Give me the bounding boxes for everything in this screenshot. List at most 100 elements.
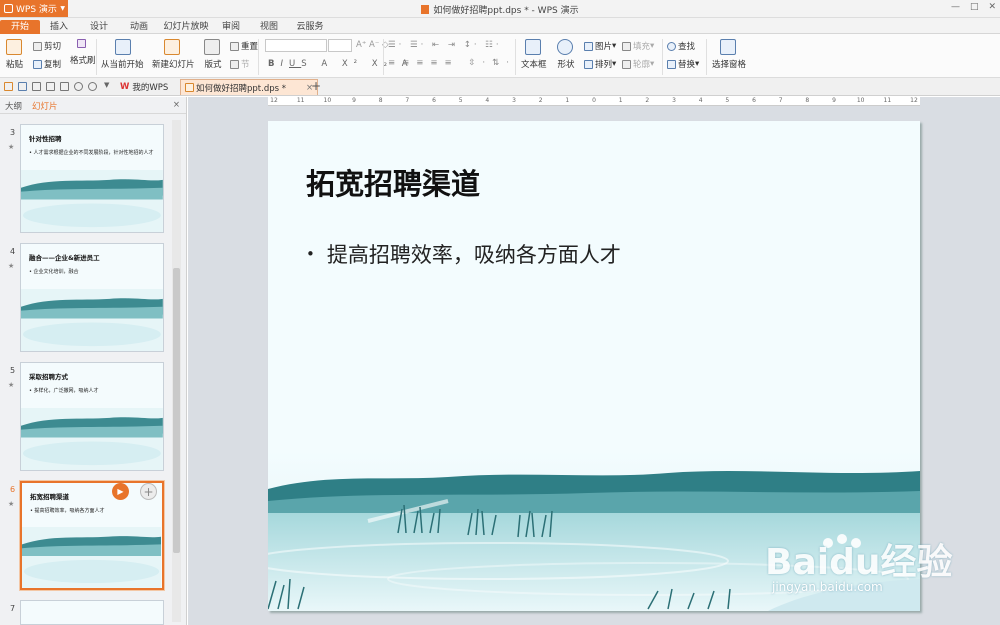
replace-button[interactable]: 替换 ▾ [667,58,699,70]
redo-icon[interactable] [88,82,97,91]
textbox-button[interactable]: 文本框 [521,39,547,70]
ruler-tick-label: 8 [378,97,383,104]
section-button[interactable]: 节 [230,58,250,70]
outline-button[interactable]: 轮廓 ▾ [622,58,654,70]
document-icon [421,5,430,14]
tab-home[interactable]: 开始 [0,20,40,34]
ruler-tick-label: 12 [910,97,918,104]
select-pane-icon [720,39,736,55]
fill-button[interactable]: 填充 ▾ [622,40,654,52]
minimize-icon[interactable]: — [951,2,960,12]
thumbnail-title: 融合——企业&新进员工 [29,254,100,262]
alignment-buttons[interactable]: ≡≡≡≡≡ ⇳·⇅· [388,58,516,68]
bullet-dot-icon: • [306,245,315,263]
slide-thumbnail-4[interactable]: 融合——企业&新进员工 • 企业文化培训，融合 [20,243,164,352]
divider [96,39,97,75]
shape-icon [557,39,573,55]
print-icon[interactable] [46,82,55,91]
landscape-image [21,288,163,351]
tab-slides[interactable]: 幻灯片 [32,100,58,112]
arrange-button[interactable]: 排列 ▾ [584,58,616,70]
play-slide-button[interactable]: ▶ [112,483,129,500]
add-slide-button[interactable]: + [140,483,157,500]
tab-cloud[interactable]: 云服务 [290,20,330,34]
copy-button[interactable]: 复制 [33,58,61,70]
cut-button[interactable]: 剪切 [33,40,61,52]
close-icon[interactable]: ✕ [988,2,996,12]
horizontal-ruler[interactable]: 12 11 10 9 8 7 6 5 4 3 2 1 0 1 2 3 4 5 6 7 8 9 10 11 12 [268,97,920,106]
divider [258,39,259,75]
divider [662,39,663,75]
doc-tab-file[interactable]: 如何做好招聘ppt.dps * × [180,79,319,95]
paste-button[interactable]: 粘贴 [6,39,24,70]
title-bar: WPS 演示 ▼ 如何做好招聘ppt.dps * - WPS 演示 — □ ✕ [0,0,1000,18]
font-size-select[interactable] [328,39,352,52]
find-button[interactable]: 查找 [667,40,695,52]
close-panel-icon[interactable]: × [173,100,180,110]
panel-scrollbar[interactable] [172,120,181,622]
new-tab-icon[interactable]: + [311,79,321,93]
tab-animation[interactable]: 动画 [122,20,156,34]
reset-button[interactable]: 重置 [230,40,258,52]
ruler-tick-label: 6 [752,97,756,104]
scissors-icon [33,41,42,51]
export-pdf-icon[interactable] [32,82,41,91]
customize-dropdown-icon[interactable]: ▼ [104,81,109,89]
textbox-icon [524,39,541,55]
picture-button[interactable]: 图片 ▾ [584,40,616,52]
scrollbar-thumb[interactable] [173,268,180,553]
ruler-tick-label: 1 [618,97,623,104]
wps-presentation-window: { "app":{"name":"WPS 演示","window_title":… [0,0,1000,625]
ruler-tick-label: 11 [883,97,892,104]
slide-thumbnail-5[interactable]: 采取招聘方式 • 多样化，广泛撒网，吸纳人才 [20,362,164,471]
layout-button[interactable]: 版式 [204,39,222,70]
slide-thumbnail-7[interactable] [20,600,164,625]
fill-icon [622,41,631,51]
slide-thumbnail-3[interactable]: 针对性招聘 • 人才需求根据企业的不同发展阶段，针对性地招的人才 [20,124,164,233]
ruler-tick-label: 5 [458,97,463,104]
open-icon[interactable] [4,82,13,91]
tab-outline[interactable]: 大纲 [5,100,22,112]
layout-icon [204,39,220,55]
paragraph-list-buttons[interactable]: ☰· ☰· ⇤ ⇥ ↕· ☷· [388,40,502,50]
new-slide-button[interactable]: 新建幻灯片 [152,39,195,70]
slide-number: 7 [10,604,16,613]
maximize-icon[interactable]: □ [970,2,979,12]
thumbnail-title: 针对性招聘 [29,135,62,143]
ribbon-toolbar: 粘贴 剪切 复制 格式刷 从当前开始 新建幻灯片 版式 重置 节 A⁺ A⁻ ◇… [0,34,1000,78]
baidu-watermark-url: jingyan.baidu.com [772,580,883,594]
bullet-text: 提高招聘效率，吸纳各方面人才 [326,243,621,267]
tab-view[interactable]: 视图 [252,20,286,34]
thumbnail-title: 拓宽招聘渠道 [30,493,69,501]
doc-tab-home[interactable]: W 我的WPS [116,79,172,95]
save-icon[interactable] [18,82,27,91]
animation-star-icon: ★ [8,262,15,270]
quick-access-bar: ▼ W 我的WPS 如何做好招聘ppt.dps * × + [0,78,1000,96]
ruler-tick-label: 5 [725,97,730,104]
animation-star-icon: ★ [8,381,15,389]
presentation-icon [185,83,194,92]
slide-number: 4 [10,247,16,256]
ruler-tick-label: 2 [538,97,543,104]
tab-review[interactable]: 审阅 [214,20,248,34]
ruler-tick-label: 10 [323,97,332,104]
ruler-tick-label: 4 [698,97,703,104]
tab-insert[interactable]: 插入 [42,20,76,34]
slide-bullet[interactable]: • 提高招聘效率，吸纳各方面人才 [306,239,621,269]
new-slide-icon [164,39,180,55]
font-name-select[interactable] [265,39,327,52]
tab-slideshow[interactable]: 幻灯片放映 [160,20,212,34]
baidu-watermark-logo: Baidu经验 [765,542,953,583]
ruler-tick-label: 7 [778,97,783,104]
select-pane-button[interactable]: 选择窗格 [712,39,746,70]
landscape-image [21,407,163,470]
undo-icon[interactable] [74,82,83,91]
ruler-tick-label: 1 [565,97,570,104]
format-painter-button[interactable]: 格式刷 [70,39,96,66]
shape-button[interactable]: 形状 [557,39,575,70]
slide-title[interactable]: 拓宽招聘渠道 [306,161,480,203]
tab-design[interactable]: 设计 [82,20,116,34]
play-from-current-button[interactable]: 从当前开始 [101,39,144,70]
preview-icon[interactable] [60,82,69,91]
ruler-tick-label: 3 [672,97,676,104]
